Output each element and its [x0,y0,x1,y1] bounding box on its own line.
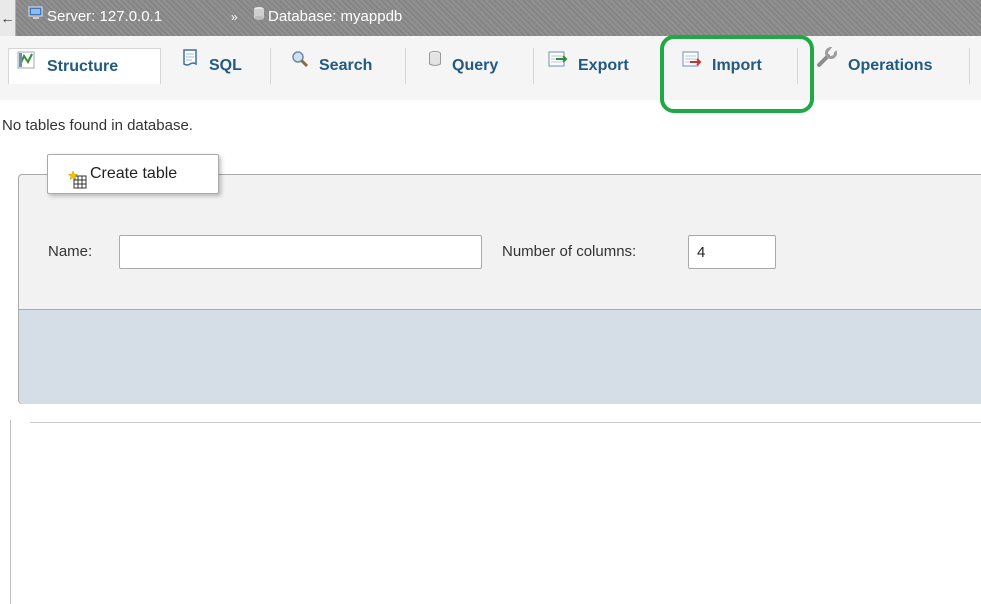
create-table-legend: Create table [47,154,219,194]
query-icon [428,46,442,82]
sql-icon [181,46,199,82]
number-of-columns-label: Number of columns: [502,243,637,260]
tab-structure[interactable]: Structure [8,48,161,84]
tab-bar: Structure SQL Search Query Export Import… [0,36,981,100]
tab-sql-label: SQL [209,57,242,75]
search-icon [291,46,309,82]
server-icon [27,0,45,34]
breadcrumb-server[interactable]: Server: 127.0.0.1 [27,0,162,34]
tab-search[interactable]: Search [271,48,406,84]
tab-import[interactable]: Import [662,48,798,84]
tab-query-label: Query [452,57,499,75]
import-icon [682,46,702,82]
tab-structure-label: Structure [47,58,119,76]
create-table-icon [67,166,88,204]
tab-operations[interactable]: Operations [798,45,970,84]
table-name-input[interactable] [119,235,482,269]
tab-search-label: Search [319,57,373,75]
back-arrow-icon[interactable]: ← [0,0,16,36]
breadcrumb-database[interactable]: Database: myappdb [252,0,402,34]
database-icon [252,0,266,34]
tab-import-label: Import [712,57,762,75]
structure-icon [17,47,37,83]
export-icon [548,46,568,82]
breadcrumb-bar: ← Server: 127.0.0.1 » Database: myappdb [0,0,981,36]
no-tables-notice: No tables found in database. [2,117,193,134]
left-border-line [10,420,11,604]
number-of-columns-input[interactable] [688,235,776,269]
tab-query[interactable]: Query [406,48,534,84]
breadcrumb-database-label: Database: myappdb [268,8,403,25]
tab-sql[interactable]: SQL [161,48,271,84]
breadcrumb-separator: » [231,10,238,24]
divider-line [30,422,981,423]
wrench-icon [816,45,838,82]
breadcrumb-server-label: Server: 127.0.0.1 [47,8,163,25]
name-label: Name: [48,243,93,260]
tab-operations-label: Operations [848,57,933,75]
create-table-footer [19,309,981,404]
tab-export[interactable]: Export [534,48,662,84]
tab-export-label: Export [578,57,629,75]
